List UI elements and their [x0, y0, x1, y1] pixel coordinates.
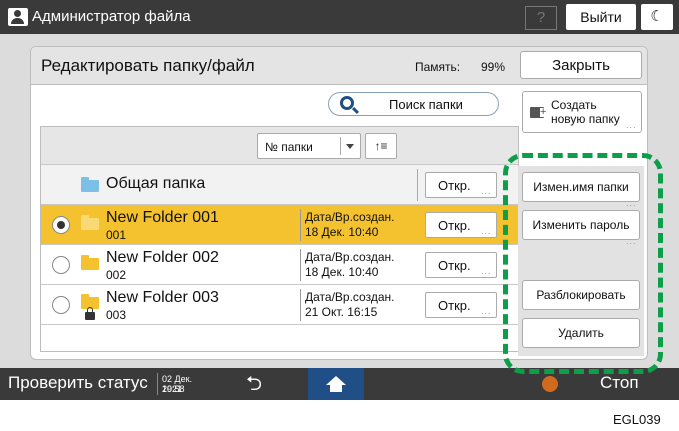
- stop-icon[interactable]: [542, 376, 558, 392]
- create-folder-button[interactable]: Создать новую папку ...: [522, 91, 642, 133]
- more-indicator: ...: [626, 120, 637, 130]
- open-button[interactable]: Откр. ...: [425, 252, 497, 278]
- created-date: 21 Окт. 16:15: [305, 305, 378, 319]
- device-screen: Администратор файла ? Выйти ☾ Редактиров…: [0, 0, 679, 400]
- more-indicator: ...: [481, 226, 492, 236]
- folder-number: 003: [106, 308, 127, 322]
- list-item[interactable]: New Folder 001 001 Дата/Вр.создан. 18 Де…: [41, 205, 518, 245]
- open-button-label: Откр.: [438, 298, 471, 313]
- search-folder-button[interactable]: Поиск папки: [328, 92, 499, 116]
- search-folder-label: Поиск папки: [389, 97, 463, 112]
- open-button-label: Откр.: [438, 178, 471, 193]
- sort-strip: № папки ↑≡: [41, 127, 518, 165]
- panel-header: Редактировать папку/файл Память: 99% Зак…: [31, 47, 647, 85]
- created-date-label: Дата/Вр.создан.: [305, 290, 395, 304]
- panel-title: Редактировать папку/файл: [41, 56, 255, 75]
- top-bar: Администратор файла ? Выйти ☾: [0, 0, 679, 34]
- list-item[interactable]: Общая папка Откр. ...: [41, 165, 518, 205]
- sort-order-button[interactable]: ↑≡: [365, 133, 397, 159]
- created-date: 18 Дек. 10:40: [305, 225, 379, 239]
- highlight-callout: [503, 153, 663, 374]
- datetime: 02 Дек. 2021 19:58: [157, 373, 209, 395]
- home-button[interactable]: [308, 368, 364, 400]
- folder-icon: [81, 215, 99, 230]
- logout-button[interactable]: Выйти: [566, 4, 636, 30]
- divider: [300, 289, 301, 321]
- sort-select[interactable]: № папки: [257, 133, 361, 159]
- folder-name: New Folder 002: [106, 249, 219, 266]
- created-date-label: Дата/Вр.создан.: [305, 250, 395, 264]
- check-status-button[interactable]: Проверить статус: [8, 373, 148, 393]
- chevron-down-icon: [340, 137, 358, 155]
- create-folder-label-line2: новую папку: [551, 112, 620, 126]
- folder-name: New Folder 003: [106, 289, 219, 306]
- open-button[interactable]: Откр. ...: [425, 212, 497, 238]
- create-folder-label-line1: Создать: [551, 98, 597, 112]
- open-button[interactable]: Откр. ...: [425, 172, 497, 198]
- radio-button[interactable]: [52, 256, 70, 274]
- lock-icon: [85, 307, 95, 320]
- open-button-label: Откр.: [438, 218, 471, 233]
- folder-name: Общая папка: [106, 175, 206, 192]
- created-date: 18 Дек. 10:40: [305, 265, 379, 279]
- more-indicator: ...: [481, 266, 492, 276]
- folder-icon: [81, 177, 99, 192]
- time-text: 19:58: [162, 384, 185, 394]
- folder-icon: [81, 255, 99, 270]
- folder-list: № папки ↑≡ Общая папка Откр. ... New Fol…: [40, 126, 519, 352]
- list-item[interactable]: New Folder 002 002 Дата/Вр.создан. 18 Де…: [41, 245, 518, 285]
- open-button[interactable]: Откр. ...: [425, 292, 497, 318]
- open-button-label: Откр.: [438, 258, 471, 273]
- divider: [300, 249, 301, 281]
- new-folder-icon: [530, 107, 547, 118]
- stop-button[interactable]: Стоп: [600, 373, 639, 393]
- radio-button-selected[interactable]: [52, 216, 70, 234]
- back-icon[interactable]: ⮌: [246, 374, 262, 394]
- user-icon: [8, 8, 28, 26]
- folder-name: New Folder 001: [106, 209, 219, 226]
- more-indicator: ...: [481, 306, 492, 316]
- divider: [300, 209, 301, 241]
- home-icon: [326, 376, 346, 392]
- folder-number: 001: [106, 228, 127, 242]
- sort-select-value: № папки: [265, 140, 313, 154]
- search-icon: [340, 96, 354, 110]
- energy-saver-button[interactable]: ☾: [641, 4, 673, 30]
- divider: [417, 169, 418, 201]
- created-date-label: Дата/Вр.создан.: [305, 210, 395, 224]
- memory-label: Память:: [415, 60, 461, 74]
- figure-caption: EGL039: [613, 412, 661, 427]
- more-indicator: ...: [481, 186, 492, 196]
- help-button[interactable]: ?: [525, 6, 557, 30]
- memory-value: 99%: [481, 60, 506, 74]
- user-role-title: Администратор файла: [32, 8, 191, 25]
- list-item[interactable]: New Folder 003 003 Дата/Вр.создан. 21 Ок…: [41, 285, 518, 325]
- folder-number: 002: [106, 268, 127, 282]
- close-button[interactable]: Закрыть: [520, 51, 642, 79]
- radio-button[interactable]: [52, 296, 70, 314]
